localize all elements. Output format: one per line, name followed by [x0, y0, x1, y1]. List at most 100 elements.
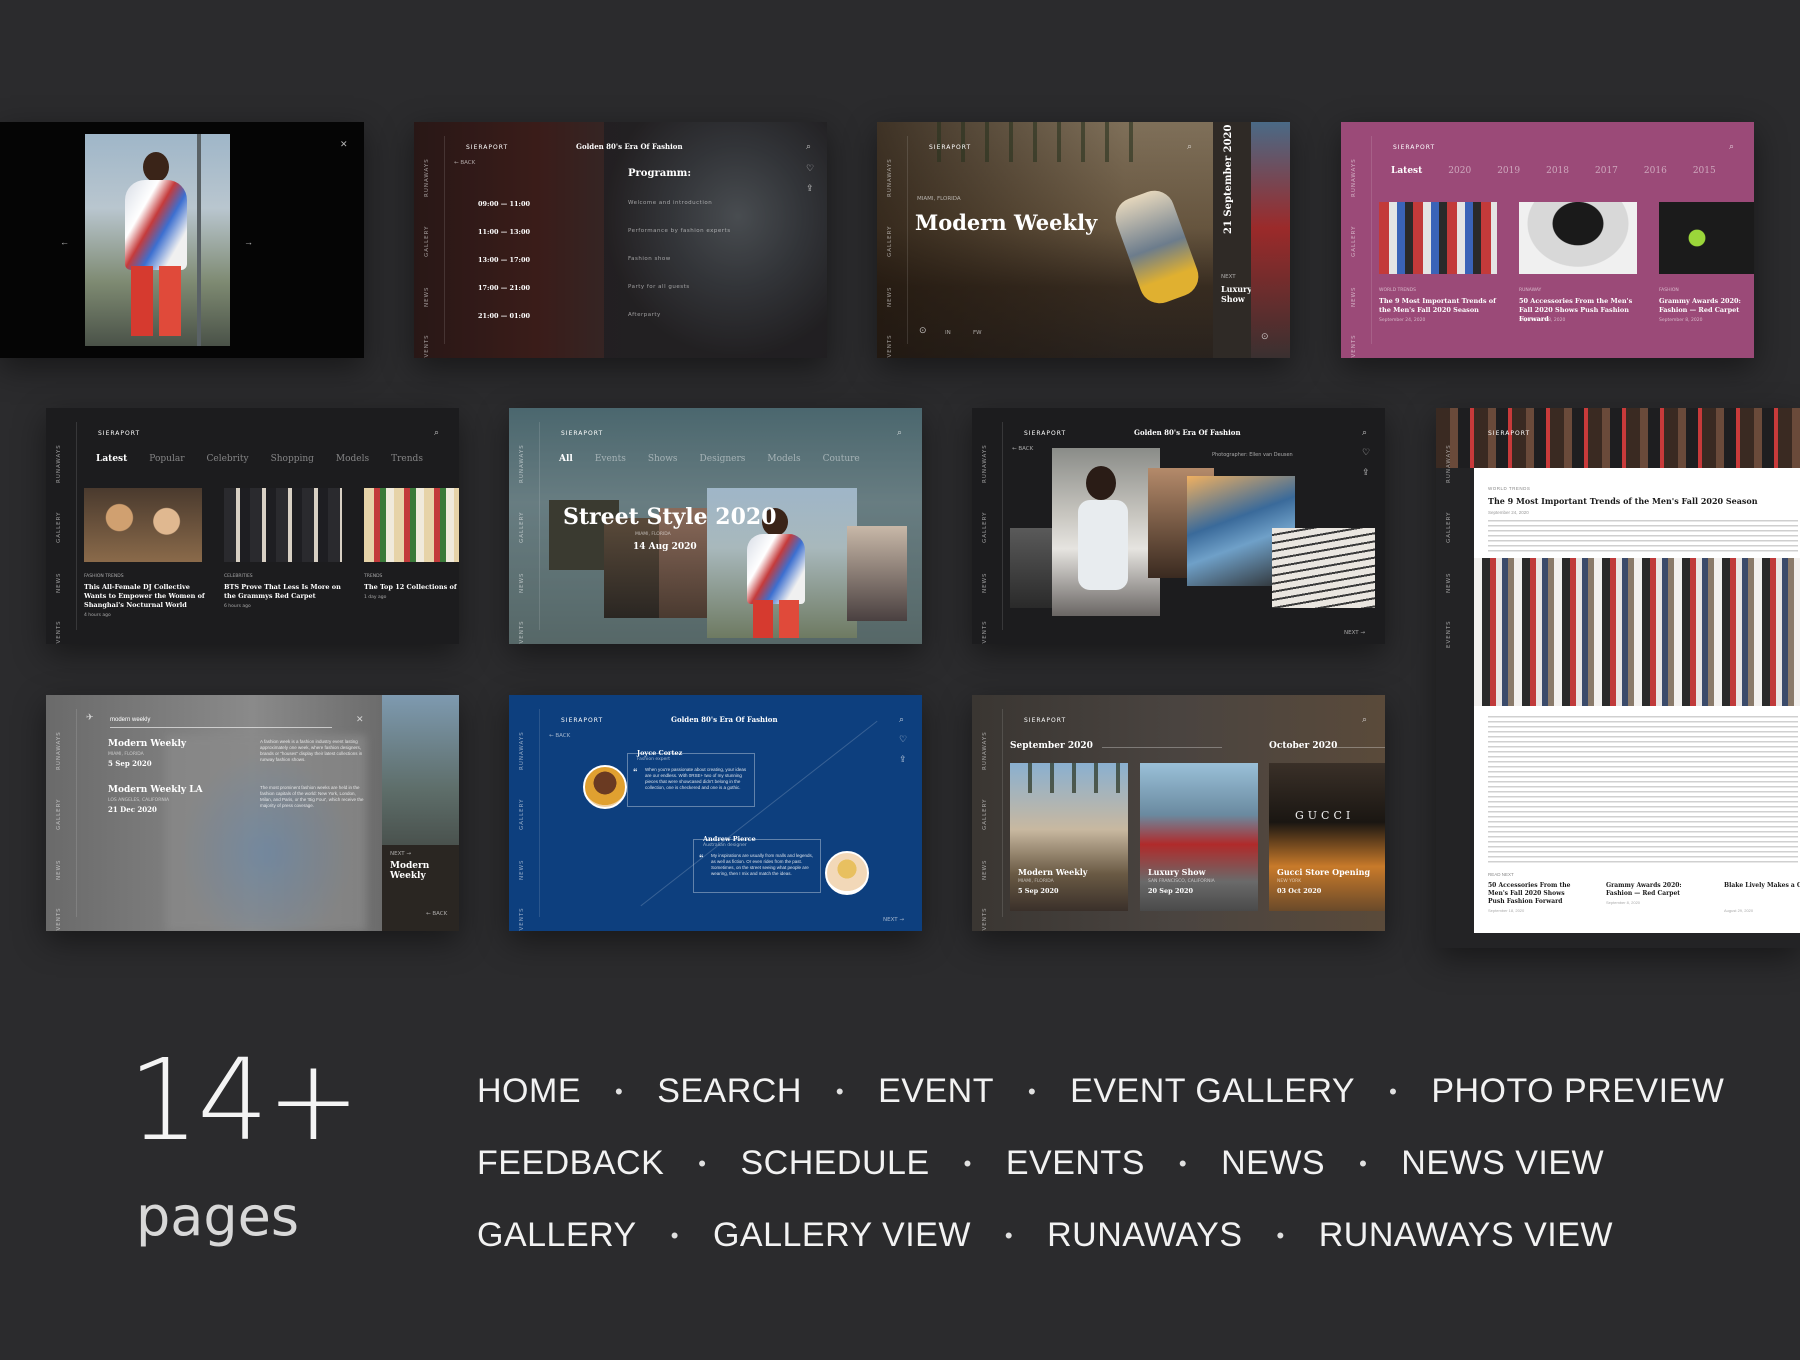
nav-runaways[interactable]: RUNAWAYS	[519, 444, 525, 483]
close-icon[interactable]: ✕	[356, 715, 364, 724]
heart-icon[interactable]: ♡	[899, 735, 907, 744]
logo-icon[interactable]: ✈	[86, 713, 94, 722]
item-title[interactable]: The Top 12 Collections of Fal	[364, 583, 459, 592]
back-link[interactable]: ← BACK	[454, 160, 475, 166]
gallery-photo[interactable]	[1272, 528, 1375, 608]
gallery-photo-main[interactable]	[1052, 448, 1160, 616]
search-icon[interactable]: ⌕	[806, 142, 811, 151]
nav-gallery[interactable]: GALLERY	[56, 512, 62, 543]
next-link[interactable]: NEXT →	[883, 917, 904, 923]
brand-logo[interactable]: SIERAPORT	[561, 430, 603, 437]
back-link[interactable]: ← BACK	[549, 733, 570, 739]
tab-shows[interactable]: Shows	[648, 454, 678, 464]
next-link[interactable]: NEXT →	[1344, 630, 1365, 636]
arrow-right-icon[interactable]: →	[244, 238, 253, 247]
nav-news[interactable]: NEWS	[982, 572, 988, 593]
tab-all[interactable]: All	[559, 454, 573, 464]
next-circle-icon[interactable]: ⊙	[1261, 332, 1269, 341]
nav-events[interactable]: EVENTS	[887, 334, 893, 358]
nav-events[interactable]: EVENTS	[424, 334, 430, 358]
news-thumb[interactable]	[364, 488, 459, 562]
tab-popular[interactable]: Popular	[149, 454, 184, 464]
nav-gallery[interactable]: GALLERY	[424, 226, 430, 257]
nav-news[interactable]: NEWS	[1446, 572, 1452, 593]
runaway-thumb[interactable]	[1519, 202, 1637, 274]
brand-logo[interactable]: SIERAPORT	[1024, 717, 1066, 724]
nav-gallery[interactable]: GALLERY	[519, 799, 525, 830]
nav-gallery[interactable]: GALLERY	[1351, 226, 1357, 257]
read-next-title[interactable]: Grammy Awards 2020: Fashion — Red Carpet	[1606, 882, 1686, 898]
tab-2017[interactable]: 2017	[1595, 166, 1618, 176]
event-card[interactable]: GUCCI Gucci Store Opening NEW YORK 03 Oc…	[1269, 763, 1385, 911]
nav-runaways[interactable]: RUNAWAYS	[1446, 444, 1452, 483]
nav-events[interactable]: EVENTS	[1351, 334, 1357, 358]
heart-icon[interactable]: ♡	[1362, 448, 1370, 457]
tab-celebrity[interactable]: Celebrity	[207, 454, 249, 464]
tab-couture[interactable]: Couture	[823, 454, 860, 464]
read-next-title[interactable]: 50 Accessories From the Men's Fall 2020 …	[1488, 882, 1578, 906]
news-thumb[interactable]	[224, 488, 342, 562]
item-title[interactable]: This All-Female DJ Collective Wants to E…	[84, 583, 206, 610]
runaway-thumb[interactable]	[1379, 202, 1497, 274]
nav-events[interactable]: EVENTS	[1446, 620, 1452, 648]
nav-gallery[interactable]: GALLERY	[982, 512, 988, 543]
brand-logo[interactable]: SIERAPORT	[561, 717, 603, 724]
tab-models[interactable]: Models	[767, 454, 800, 464]
tab-models[interactable]: Models	[336, 454, 369, 464]
nav-news[interactable]: NEWS	[519, 859, 525, 880]
heart-icon[interactable]: ♡	[806, 164, 814, 173]
tab-2020[interactable]: 2020	[1448, 166, 1471, 176]
nav-events[interactable]: EVENTS	[519, 620, 525, 644]
search-icon[interactable]: ⌕	[899, 715, 904, 724]
nav-news[interactable]: NEWS	[1351, 286, 1357, 307]
pager-in[interactable]: IN	[945, 330, 951, 336]
news-thumb[interactable]	[84, 488, 202, 562]
item-title[interactable]: The 9 Most Important Trends of the Men's…	[1379, 297, 1497, 315]
search-icon[interactable]: ⌕	[1187, 142, 1192, 151]
nav-gallery[interactable]: GALLERY	[887, 226, 893, 257]
nav-events[interactable]: EVENTS	[56, 907, 62, 931]
search-icon[interactable]: ⌕	[1362, 428, 1367, 437]
item-title[interactable]: BTS Prove That Less Is More on the Gramm…	[224, 583, 342, 601]
search-input[interactable]: modern weekly	[110, 717, 332, 728]
search-icon[interactable]: ⌕	[897, 428, 902, 437]
tab-2015[interactable]: 2015	[1693, 166, 1716, 176]
nav-news[interactable]: NEWS	[519, 572, 525, 593]
search-icon[interactable]: ⌕	[1729, 142, 1734, 151]
nav-runaways[interactable]: RUNAWAYS	[1351, 158, 1357, 197]
tab-latest[interactable]: Latest	[1391, 166, 1422, 176]
brand-logo[interactable]: SIERAPORT	[929, 144, 971, 151]
nav-news[interactable]: NEWS	[424, 286, 430, 307]
nav-runaways[interactable]: RUNAWAYS	[887, 158, 893, 197]
search-icon[interactable]: ⌕	[434, 428, 439, 437]
nav-news[interactable]: NEWS	[56, 859, 62, 880]
pager-fw[interactable]: FW	[973, 330, 982, 336]
share-icon[interactable]: ⇪	[1362, 468, 1370, 477]
read-next-title[interactable]: Blake Lively Makes a Glamorous Post-Baby…	[1724, 882, 1800, 906]
nav-runaways[interactable]: RUNAWAYS	[56, 444, 62, 483]
share-icon[interactable]: ⇪	[806, 184, 814, 193]
brand-logo[interactable]: SIERAPORT	[1488, 430, 1530, 437]
nav-gallery[interactable]: GALLERY	[982, 799, 988, 830]
tab-events[interactable]: Events	[595, 454, 626, 464]
brand-logo[interactable]: SIERAPORT	[98, 430, 140, 437]
nav-gallery[interactable]: GALLERY	[1446, 512, 1452, 543]
back-link[interactable]: ← BACK	[1012, 446, 1033, 452]
arrow-left-icon[interactable]: ←	[60, 238, 69, 247]
nav-news[interactable]: NEWS	[887, 286, 893, 307]
brand-logo[interactable]: SIERAPORT	[1393, 144, 1435, 151]
tab-shopping[interactable]: Shopping	[271, 454, 314, 464]
runaway-thumb[interactable]	[1659, 202, 1754, 274]
next-result-panel[interactable]: NEXT → Modern Weekly ← BACK	[382, 695, 459, 931]
event-card[interactable]: Luxury Show SAN FRANCISCO, CALIFORNIA 20…	[1140, 763, 1258, 911]
tab-2016[interactable]: 2016	[1644, 166, 1667, 176]
nav-runaways[interactable]: RUNAWAYS	[424, 158, 430, 197]
share-icon[interactable]: ⇪	[899, 755, 907, 764]
nav-news[interactable]: NEWS	[982, 859, 988, 880]
nav-events[interactable]: EVENTS	[56, 620, 62, 644]
brand-logo[interactable]: SIERAPORT	[1024, 430, 1066, 437]
play-circle-icon[interactable]: ⊙	[919, 326, 927, 335]
nav-runaways[interactable]: RUNAWAYS	[982, 731, 988, 770]
event-card[interactable]: Modern Weekly MIAMI, FLORIDA 5 Sep 2020	[1010, 763, 1128, 911]
result-title[interactable]: Modern Weekly LA	[108, 785, 203, 795]
